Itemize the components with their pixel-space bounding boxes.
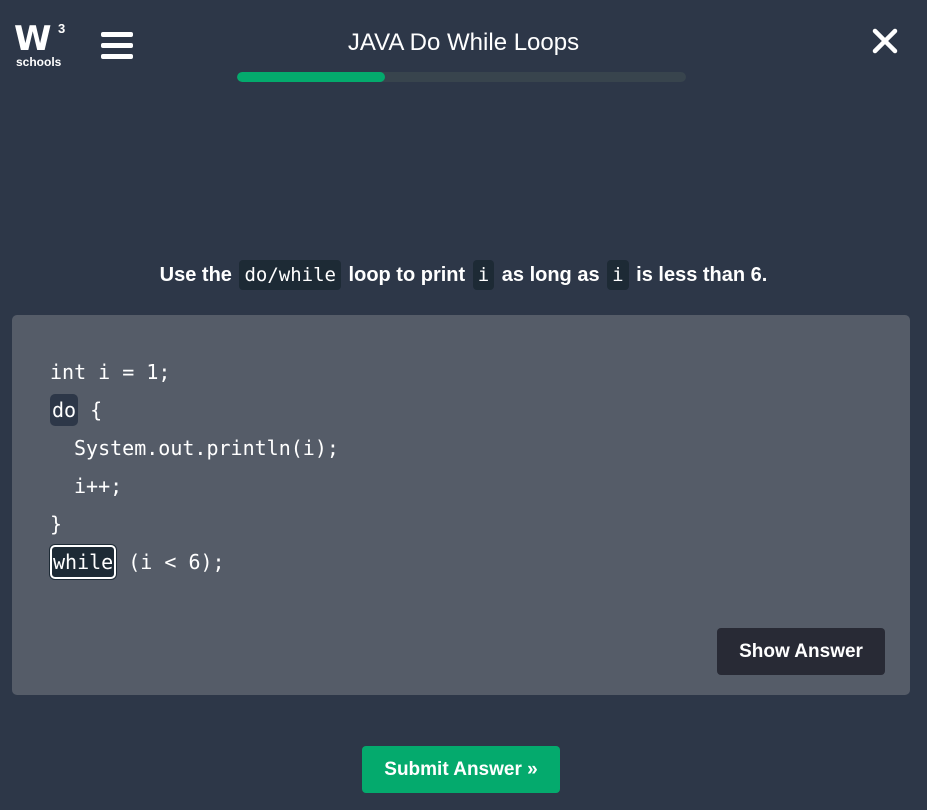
code-line: System.out.println(i); [74,436,339,460]
show-answer-button[interactable]: Show Answer [717,628,885,675]
instruction-text-2: loop to print [348,264,466,286]
code-line: i++; [74,474,123,498]
progress-bar [237,72,686,82]
code-line: do { [50,391,339,429]
progress-fill [237,72,386,82]
submit-answer-button[interactable]: Submit Answer » [362,746,560,793]
code-editor-panel: int i = 1; do { System.out.println(i); i… [12,315,910,695]
instruction-text-4: is less than 6. [636,264,768,286]
instruction-text-1: Use the [159,264,232,286]
code-line: while (i < 6); [50,543,339,581]
close-icon[interactable] [868,24,902,58]
exercise-page: W 3 schools JAVA Do While Loops Use the … [0,0,927,810]
answer-input-while[interactable]: while [50,545,117,579]
code-text: (i < 6); [116,550,225,574]
instruction-text-3: as long as [501,264,600,286]
page-title: JAVA Do While Loops [347,29,580,56]
exercise-instruction: Use the do/while loop to print i as long… [0,258,927,292]
answer-input-do[interactable]: do [50,394,79,426]
code-text: { [78,398,103,422]
code-line: int i = 1; [50,360,171,384]
instruction-code-do-while: do/while [239,260,341,290]
instruction-code-i: i [472,260,495,290]
code-block: int i = 1; do { System.out.println(i); i… [50,353,339,581]
instruction-code-i-2: i [607,260,629,290]
code-line: } [50,512,63,536]
